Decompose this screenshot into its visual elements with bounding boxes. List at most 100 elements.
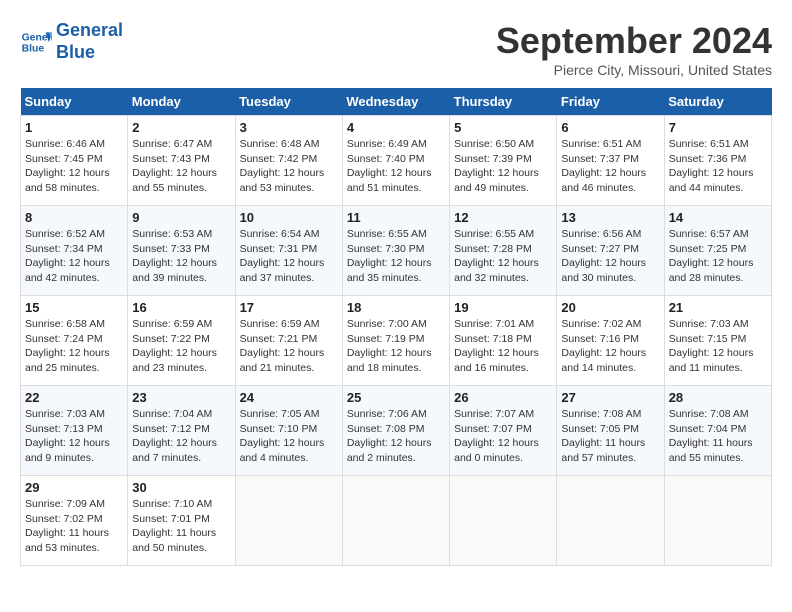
day-number: 27 xyxy=(561,390,659,405)
day-info: Sunrise: 7:05 AMSunset: 7:10 PMDaylight:… xyxy=(240,407,338,466)
calendar-cell: 5Sunrise: 6:50 AMSunset: 7:39 PMDaylight… xyxy=(450,116,557,206)
day-number: 10 xyxy=(240,210,338,225)
day-header-monday: Monday xyxy=(128,88,235,116)
day-number: 26 xyxy=(454,390,552,405)
day-info: Sunrise: 7:00 AMSunset: 7:19 PMDaylight:… xyxy=(347,317,445,376)
day-number: 21 xyxy=(669,300,767,315)
day-info: Sunrise: 7:08 AMSunset: 7:05 PMDaylight:… xyxy=(561,407,659,466)
day-header-tuesday: Tuesday xyxy=(235,88,342,116)
day-number: 7 xyxy=(669,120,767,135)
calendar-cell: 10 Sunrise: 6:54 AMSunset: 7:31 PMDayligh… xyxy=(235,206,342,296)
day-info: Sunrise: 6:47 AMSunset: 7:43 PMDaylight:… xyxy=(132,137,230,196)
day-info: Sunrise: 6:57 AMSunset: 7:25 PMDaylight:… xyxy=(669,227,767,286)
day-info: Sunrise: 7:10 AMSunset: 7:01 PMDaylight:… xyxy=(132,497,230,556)
day-info: Sunrise: 7:08 AMSunset: 7:04 PMDaylight:… xyxy=(669,407,767,466)
day-number: 14 xyxy=(669,210,767,225)
calendar-cell: 3 Sunrise: 6:48 AMSunset: 7:42 PMDaylight… xyxy=(235,116,342,206)
calendar-cell: 14 Sunrise: 6:57 AMSunset: 7:25 PMDayligh… xyxy=(664,206,771,296)
calendar-cell: 28 Sunrise: 7:08 AMSunset: 7:04 PMDayligh… xyxy=(664,386,771,476)
calendar-cell: 22Sunrise: 7:03 AMSunset: 7:13 PMDayligh… xyxy=(21,386,128,476)
calendar-week-4: 22Sunrise: 7:03 AMSunset: 7:13 PMDayligh… xyxy=(21,386,772,476)
day-info: Sunrise: 6:52 AMSunset: 7:34 PMDaylight:… xyxy=(25,227,123,286)
calendar-cell xyxy=(342,476,449,566)
day-number: 23 xyxy=(132,390,230,405)
calendar-week-2: 8 Sunrise: 6:52 AMSunset: 7:34 PMDaylight… xyxy=(21,206,772,296)
logo-text: General Blue xyxy=(56,20,123,63)
calendar: SundayMondayTuesdayWednesdayThursdayFrid… xyxy=(20,88,772,566)
calendar-week-3: 15 Sunrise: 6:58 AMSunset: 7:24 PMDayligh… xyxy=(21,296,772,386)
day-number: 12 xyxy=(454,210,552,225)
day-number: 28 xyxy=(669,390,767,405)
calendar-cell xyxy=(557,476,664,566)
logo-line2: Blue xyxy=(56,42,95,62)
calendar-cell: 24 Sunrise: 7:05 AMSunset: 7:10 PMDayligh… xyxy=(235,386,342,476)
day-info: Sunrise: 7:07 AMSunset: 7:07 PMDaylight:… xyxy=(454,407,552,466)
day-number: 1 xyxy=(25,120,123,135)
title-area: September 2024 Pierce City, Missouri, Un… xyxy=(496,20,772,78)
day-header-saturday: Saturday xyxy=(664,88,771,116)
calendar-cell: 8 Sunrise: 6:52 AMSunset: 7:34 PMDaylight… xyxy=(21,206,128,296)
day-number: 6 xyxy=(561,120,659,135)
day-info: Sunrise: 7:01 AMSunset: 7:18 PMDaylight:… xyxy=(454,317,552,376)
calendar-cell xyxy=(664,476,771,566)
day-info: Sunrise: 6:51 AMSunset: 7:36 PMDaylight:… xyxy=(669,137,767,196)
day-number: 4 xyxy=(347,120,445,135)
calendar-cell: 30 Sunrise: 7:10 AMSunset: 7:01 PMDayligh… xyxy=(128,476,235,566)
svg-text:Blue: Blue xyxy=(22,43,45,54)
day-info: Sunrise: 6:56 AMSunset: 7:27 PMDaylight:… xyxy=(561,227,659,286)
day-info: Sunrise: 7:02 AMSunset: 7:16 PMDaylight:… xyxy=(561,317,659,376)
calendar-cell: 6 Sunrise: 6:51 AMSunset: 7:37 PMDaylight… xyxy=(557,116,664,206)
day-info: Sunrise: 6:55 AMSunset: 7:30 PMDaylight:… xyxy=(347,227,445,286)
logo-icon: General Blue xyxy=(20,26,52,58)
calendar-cell: 1Sunrise: 6:46 AMSunset: 7:45 PMDaylight… xyxy=(21,116,128,206)
day-info: Sunrise: 6:48 AMSunset: 7:42 PMDaylight:… xyxy=(240,137,338,196)
day-info: Sunrise: 7:03 AMSunset: 7:15 PMDaylight:… xyxy=(669,317,767,376)
day-info: Sunrise: 6:59 AMSunset: 7:22 PMDaylight:… xyxy=(132,317,230,376)
day-number: 29 xyxy=(25,480,123,495)
day-info: Sunrise: 6:58 AMSunset: 7:24 PMDaylight:… xyxy=(25,317,123,376)
day-info: Sunrise: 6:55 AMSunset: 7:28 PMDaylight:… xyxy=(454,227,552,286)
day-number: 17 xyxy=(240,300,338,315)
day-number: 22 xyxy=(25,390,123,405)
calendar-cell: 2 Sunrise: 6:47 AMSunset: 7:43 PMDaylight… xyxy=(128,116,235,206)
day-number: 20 xyxy=(561,300,659,315)
day-info: Sunrise: 7:04 AMSunset: 7:12 PMDaylight:… xyxy=(132,407,230,466)
day-number: 2 xyxy=(132,120,230,135)
calendar-week-5: 29 Sunrise: 7:09 AMSunset: 7:02 PMDayligh… xyxy=(21,476,772,566)
calendar-cell: 4 Sunrise: 6:49 AMSunset: 7:40 PMDaylight… xyxy=(342,116,449,206)
day-number: 8 xyxy=(25,210,123,225)
day-number: 11 xyxy=(347,210,445,225)
day-number: 24 xyxy=(240,390,338,405)
day-header-wednesday: Wednesday xyxy=(342,88,449,116)
calendar-cell xyxy=(450,476,557,566)
day-number: 5 xyxy=(454,120,552,135)
calendar-cell: 7 Sunrise: 6:51 AMSunset: 7:36 PMDaylight… xyxy=(664,116,771,206)
calendar-cell: 18Sunrise: 7:00 AMSunset: 7:19 PMDayligh… xyxy=(342,296,449,386)
calendar-cell: 26 Sunrise: 7:07 AMSunset: 7:07 PMDayligh… xyxy=(450,386,557,476)
day-info: Sunrise: 6:53 AMSunset: 7:33 PMDaylight:… xyxy=(132,227,230,286)
day-info: Sunrise: 7:09 AMSunset: 7:02 PMDaylight:… xyxy=(25,497,123,556)
calendar-cell xyxy=(235,476,342,566)
day-number: 30 xyxy=(132,480,230,495)
day-number: 16 xyxy=(132,300,230,315)
calendar-cell: 29 Sunrise: 7:09 AMSunset: 7:02 PMDayligh… xyxy=(21,476,128,566)
location: Pierce City, Missouri, United States xyxy=(496,62,772,78)
calendar-cell: 20 Sunrise: 7:02 AMSunset: 7:16 PMDayligh… xyxy=(557,296,664,386)
calendar-cell: 23 Sunrise: 7:04 AMSunset: 7:12 PMDayligh… xyxy=(128,386,235,476)
day-info: Sunrise: 6:51 AMSunset: 7:37 PMDaylight:… xyxy=(561,137,659,196)
calendar-header-row: SundayMondayTuesdayWednesdayThursdayFrid… xyxy=(21,88,772,116)
calendar-cell: 16 Sunrise: 6:59 AMSunset: 7:22 PMDayligh… xyxy=(128,296,235,386)
day-number: 13 xyxy=(561,210,659,225)
day-number: 15 xyxy=(25,300,123,315)
logo: General Blue General Blue xyxy=(20,20,123,63)
day-header-friday: Friday xyxy=(557,88,664,116)
calendar-cell: 25Sunrise: 7:06 AMSunset: 7:08 PMDayligh… xyxy=(342,386,449,476)
calendar-cell: 21 Sunrise: 7:03 AMSunset: 7:15 PMDayligh… xyxy=(664,296,771,386)
day-info: Sunrise: 6:49 AMSunset: 7:40 PMDaylight:… xyxy=(347,137,445,196)
header: General Blue General Blue September 2024… xyxy=(20,20,772,78)
day-number: 3 xyxy=(240,120,338,135)
day-info: Sunrise: 6:54 AMSunset: 7:31 PMDaylight:… xyxy=(240,227,338,286)
calendar-cell: 9Sunrise: 6:53 AMSunset: 7:33 PMDaylight… xyxy=(128,206,235,296)
day-number: 19 xyxy=(454,300,552,315)
logo-line1: General xyxy=(56,20,123,40)
